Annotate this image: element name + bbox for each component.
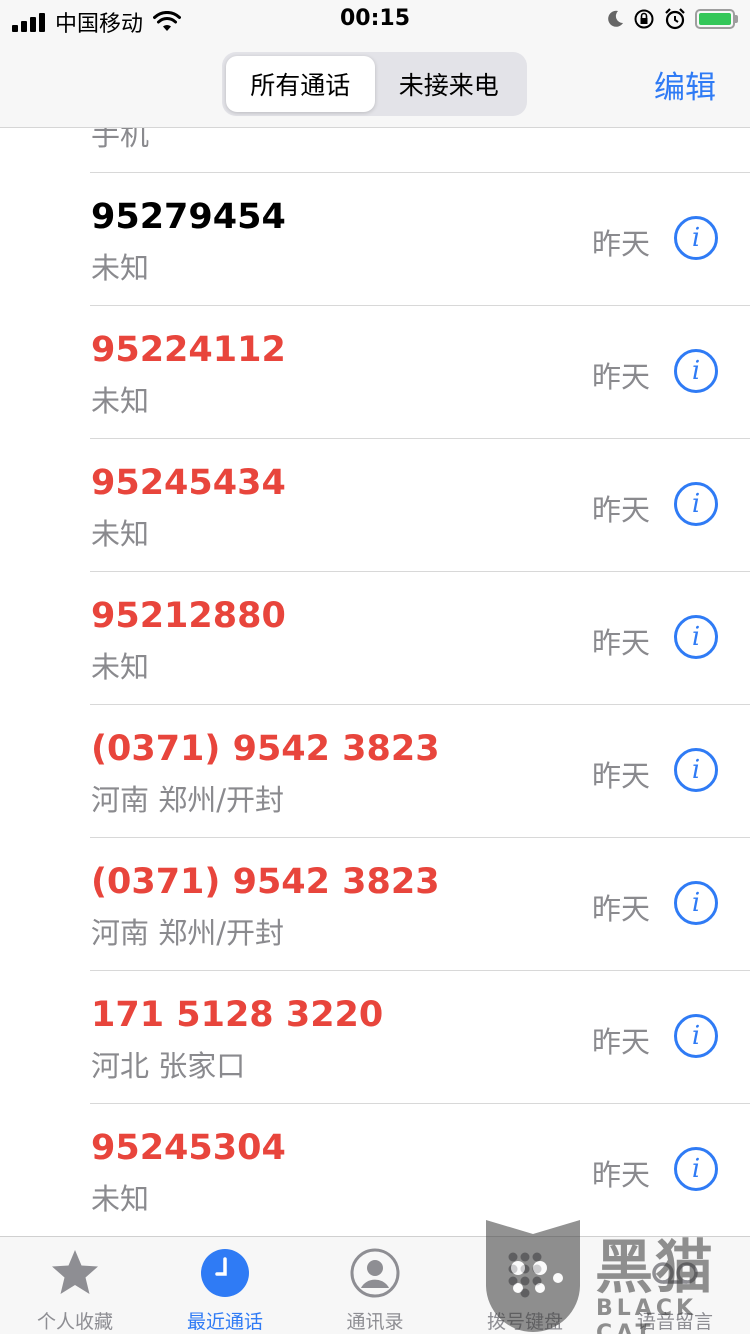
tab-label: 个人收藏 — [36, 1311, 113, 1333]
call-subtitle: 未知 — [91, 650, 150, 684]
call-number: (0371) 9542 3823 — [91, 729, 440, 769]
call-subtitle: 手机 — [91, 128, 150, 152]
info-icon[interactable]: i — [674, 1147, 718, 1191]
tab-favorites[interactable]: 个人收藏 — [0, 1237, 150, 1334]
info-icon[interactable]: i — [674, 615, 718, 659]
battery-body — [695, 9, 735, 29]
rotation-lock-icon — [634, 9, 654, 29]
call-subtitle: 河南 郑州/开封 — [91, 783, 284, 817]
segment-missed-calls[interactable]: 未接来电 — [375, 56, 524, 112]
tab-bar: 个人收藏 最近通话 通讯录 拨号键盘 语音留言 — [0, 1236, 750, 1334]
call-date: 昨天 — [591, 892, 650, 926]
call-number: 171 5128 3220 — [91, 995, 384, 1035]
alarm-icon — [665, 8, 685, 30]
keypad-icon — [508, 1252, 542, 1298]
call-row[interactable]: 95212880 未知 昨天 i — [90, 572, 750, 705]
call-row[interactable]: 95245434 未知 昨天 i — [90, 439, 750, 572]
person-icon — [350, 1248, 400, 1298]
recent-calls-list[interactable]: 手机 i 95279454 未知 昨天 i 95224112 未知 昨天 i 9… — [0, 128, 750, 1236]
call-date: 昨天 — [591, 360, 650, 394]
tab-contacts[interactable]: 通讯录 — [300, 1237, 450, 1334]
info-icon[interactable]: i — [674, 748, 718, 792]
recent-calls-scroll: 手机 i 95279454 未知 昨天 i 95224112 未知 昨天 i 9… — [0, 128, 750, 1236]
moon-icon — [608, 10, 623, 27]
call-row[interactable]: (0371) 9542 3823 河南 郑州/开封 昨天 i — [90, 705, 750, 838]
tab-label: 拨号键盘 — [486, 1311, 563, 1333]
battery-icon — [695, 9, 738, 29]
call-number: 95245434 — [91, 463, 286, 503]
call-date: 昨天 — [591, 1158, 650, 1192]
tab-label: 通讯录 — [346, 1311, 404, 1333]
call-number: 95224112 — [91, 330, 286, 370]
call-date: 昨天 — [591, 626, 650, 660]
tab-recents[interactable]: 最近通话 — [150, 1237, 300, 1334]
status-right — [605, 7, 738, 31]
nav-bar: 所有通话 未接来电 编辑 — [0, 40, 750, 128]
info-icon[interactable]: i — [674, 482, 718, 526]
tab-label: 语音留言 — [636, 1311, 713, 1333]
call-subtitle: 河南 郑州/开封 — [91, 916, 284, 950]
call-row[interactable]: 171 5128 3220 河北 张家口 昨天 i — [90, 971, 750, 1104]
call-subtitle: 未知 — [91, 1182, 150, 1216]
star-icon — [52, 1250, 98, 1294]
info-icon[interactable]: i — [674, 881, 718, 925]
call-number: (0371) 9542 3823 — [91, 862, 440, 902]
call-number: 95279454 — [91, 197, 286, 237]
calls-filter-segmented-control: 所有通话 未接来电 — [222, 52, 527, 116]
call-number: 95245304 — [91, 1128, 286, 1168]
call-subtitle: 未知 — [91, 251, 150, 285]
edit-button[interactable]: 编辑 — [654, 62, 716, 107]
call-subtitle: 未知 — [91, 517, 150, 551]
call-row[interactable]: (0371) 9542 3823 河南 郑州/开封 昨天 i — [90, 838, 750, 971]
info-icon[interactable]: i — [674, 216, 718, 260]
call-date: 昨天 — [591, 227, 650, 261]
call-row[interactable]: 95279454 未知 昨天 i — [90, 173, 750, 306]
clock-icon — [201, 1249, 249, 1297]
call-date: 昨天 — [591, 493, 650, 527]
call-subtitle: 河北 张家口 — [91, 1049, 246, 1083]
tab-keypad[interactable]: 拨号键盘 — [450, 1237, 600, 1334]
call-subtitle: 未知 — [91, 384, 150, 418]
call-number: 95212880 — [91, 596, 286, 636]
call-date: 昨天 — [591, 759, 650, 793]
info-icon[interactable]: i — [674, 349, 718, 393]
call-row-partial[interactable]: 手机 i — [90, 128, 750, 173]
phone-screen: 中国移动 00:15 所有通话 未接来电 编辑 手机 95279454 未知 昨… — [0, 0, 750, 1334]
status-bar: 中国移动 00:15 — [0, 0, 750, 40]
call-row[interactable]: 95245304 未知 昨天 i — [90, 1104, 750, 1236]
voicemail-icon — [652, 1262, 698, 1284]
call-row[interactable]: 95224112 未知 昨天 i — [90, 306, 750, 439]
call-date: 昨天 — [591, 1025, 650, 1059]
tab-voicemail[interactable]: 语音留言 — [600, 1237, 750, 1334]
tab-label: 最近通话 — [186, 1311, 263, 1333]
segment-all-calls[interactable]: 所有通话 — [226, 56, 375, 112]
info-icon[interactable]: i — [674, 1014, 718, 1058]
